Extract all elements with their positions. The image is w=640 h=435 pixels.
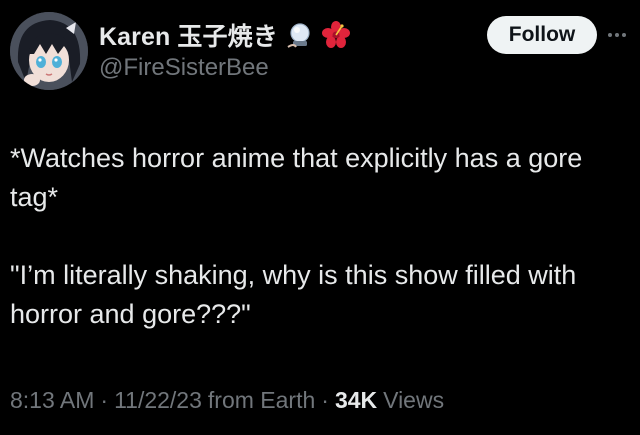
views-label: Views: [383, 387, 445, 413]
meta-separator: ·: [321, 387, 329, 413]
hibiscus-icon: [321, 21, 350, 49]
tweet-paragraph: "I’m literally shaking, why is this show…: [10, 260, 577, 329]
meta-separator: ·: [100, 387, 109, 413]
display-name[interactable]: Karen 玉子焼き: [99, 17, 278, 53]
avatar[interactable]: [10, 12, 88, 90]
tweet-source: from Earth: [207, 387, 316, 413]
tweet-date[interactable]: 11/22/23: [114, 387, 202, 414]
tweet-paragraph: *Watches horror anime that explicitly ha…: [10, 143, 583, 212]
more-dot: [622, 33, 626, 37]
author-handle[interactable]: @FireSisterBee: [99, 54, 269, 82]
more-dot: [615, 33, 619, 37]
views-count[interactable]: 34K: [335, 387, 377, 414]
more-dot: [608, 33, 612, 37]
author-name-row: Karen 玉子焼き: [99, 18, 350, 52]
tweet-text: *Watches horror anime that explicitly ha…: [10, 139, 630, 334]
tweet-card: Karen 玉子焼き @FireSisterBee Follow *Watche…: [0, 0, 640, 435]
follow-button[interactable]: Follow: [487, 16, 597, 54]
anime-avatar-icon: [10, 12, 88, 90]
crystal-ball-icon: [286, 21, 314, 49]
more-options-icon[interactable]: [608, 20, 640, 50]
tweet-meta: 8:13 AM · 11/22/23 from Earth · 34K View…: [10, 387, 444, 414]
tweet-time[interactable]: 8:13 AM: [10, 387, 94, 414]
